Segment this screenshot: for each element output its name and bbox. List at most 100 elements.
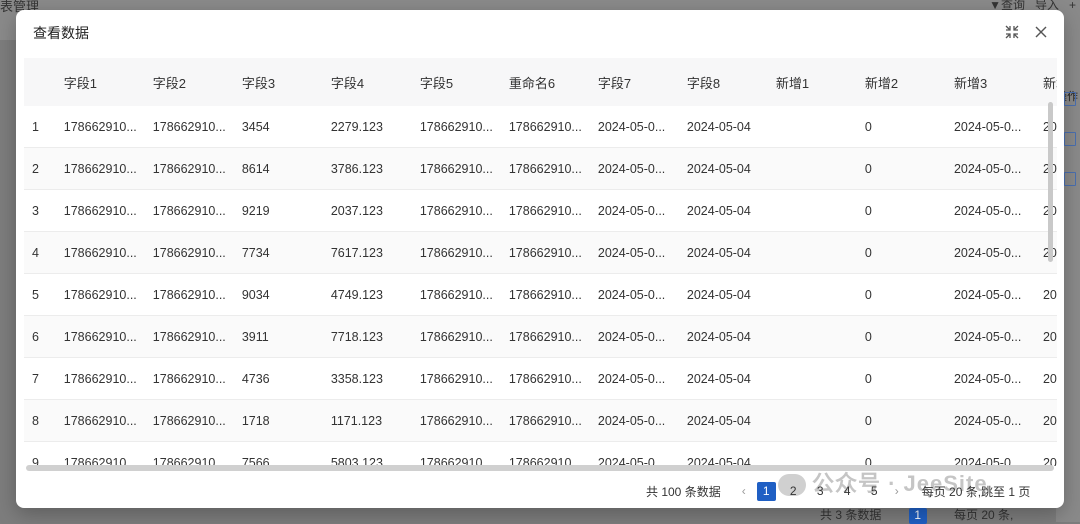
column-header[interactable]: 字段7 [589, 58, 679, 106]
table-cell: 2024-05-04 [1034, 106, 1057, 148]
table-cell: 178662910... [144, 147, 234, 190]
table-cell: 2024-05-0... [945, 231, 1035, 274]
table-row[interactable]: 3 178662910... 178662910... 9219 2037.123 178… [24, 189, 1057, 232]
page-button[interactable]: 4 [838, 482, 857, 501]
table-cell: 178662910... [500, 189, 590, 232]
table-row[interactable]: 7 178662910... 178662910... 4736 3358.123 178… [24, 357, 1057, 400]
vertical-scrollbar[interactable] [1048, 102, 1053, 262]
table-cell: 2279.123 [322, 106, 412, 148]
table-cell: 3786.123 [322, 147, 412, 190]
table-cell: 2024-05-04 [1034, 231, 1057, 274]
table-cell: 7718.123 [322, 315, 412, 358]
table-cell: 178662910... [144, 315, 234, 358]
table-cell [767, 315, 857, 358]
table-cell: 178662910... [55, 441, 145, 466]
table-row[interactable]: 9 178662910... 178662910... 7566 5803.123 178… [24, 441, 1057, 466]
table-cell: 2024-05-04 [678, 357, 768, 400]
table-cell: 178662910... [144, 399, 234, 442]
table-cell [767, 441, 857, 466]
table-cell: 2024-05-0... [945, 357, 1035, 400]
column-header[interactable]: 字段5 [411, 58, 501, 106]
table-cell [767, 106, 857, 148]
background-total: 共 3 条数据 [820, 508, 882, 522]
table-cell: 2024-05-04 [1034, 147, 1057, 190]
column-header[interactable]: 字段3 [233, 58, 323, 106]
table-cell: 178662910... [144, 106, 234, 148]
close-icon[interactable] [1033, 24, 1049, 40]
table-row[interactable]: 2 178662910... 178662910... 8614 3786.123 178… [24, 147, 1057, 190]
table-cell: 0 [856, 273, 946, 316]
table-cell: 7734 [233, 231, 323, 274]
table-cell: 2037.123 [322, 189, 412, 232]
table-cell: 0 [856, 357, 946, 400]
table-row[interactable]: 5 178662910... 178662910... 9034 4749.123 178… [24, 273, 1057, 316]
column-header[interactable]: 新增3 [945, 58, 1035, 106]
table-cell: 178662910... [55, 147, 145, 190]
table-cell: 178662910... [500, 231, 590, 274]
table-cell [767, 189, 857, 232]
next-page-button[interactable]: › [888, 484, 906, 498]
table-cell: 178662910... [411, 357, 501, 400]
fullscreen-icon[interactable] [1004, 24, 1020, 40]
table-row[interactable]: 1 178662910... 178662910... 3454 2279.123 178… [24, 106, 1057, 148]
table-row[interactable]: 4 178662910... 178662910... 7734 7617.123 178… [24, 231, 1057, 274]
table-cell: 2024-05-04 [1034, 399, 1057, 442]
column-header[interactable]: 字段1 [55, 58, 145, 106]
column-header[interactable]: 新增4 [1034, 58, 1057, 106]
table-cell: 2024-05-0... [589, 189, 679, 232]
table-cell: 178662910... [411, 231, 501, 274]
table-cell: 178662910... [411, 147, 501, 190]
table-cell: 178662910... [500, 106, 590, 148]
table-cell: 178662910... [144, 189, 234, 232]
table-cell: 2024-05-0... [945, 147, 1035, 190]
table-cell: 3358.123 [322, 357, 412, 400]
pagination-total: 共 100 条数据 [646, 484, 721, 499]
page-size-jump[interactable]: 每页 20 条,跳至 1 页 [922, 483, 1031, 500]
table-cell: 9034 [233, 273, 323, 316]
table-row[interactable]: 6 178662910... 178662910... 3911 7718.123 178… [24, 315, 1057, 358]
table-cell: 2024-05-0... [945, 399, 1035, 442]
modal-title: 查看数据 [33, 25, 89, 41]
table-header-row: 字段1字段2字段3字段4字段5重命名6字段7字段8新增1新增2新增3新增4 [24, 58, 1057, 106]
column-header[interactable]: 重命名6 [500, 58, 590, 106]
table-cell: 2024-05-04 [678, 441, 768, 466]
row-index: 3 [24, 189, 56, 232]
table-cell: 2024-05-04 [1034, 189, 1057, 232]
table-cell: 5803.123 [322, 441, 412, 466]
prev-page-button[interactable]: ‹ [735, 484, 753, 498]
page-button[interactable]: 2 [784, 482, 803, 501]
page-button[interactable]: 3 [811, 482, 830, 501]
table-cell: 2024-05-0... [945, 273, 1035, 316]
table-cell: 2024-05-0... [589, 357, 679, 400]
table-cell: 178662910... [55, 315, 145, 358]
table-cell: 178662910... [500, 357, 590, 400]
table-cell: 1171.123 [322, 399, 412, 442]
table-cell: 178662910... [500, 273, 590, 316]
column-header[interactable]: 新增2 [856, 58, 946, 106]
page-button[interactable]: 1 [756, 481, 776, 501]
column-header[interactable]: 字段2 [144, 58, 234, 106]
column-header[interactable]: 字段8 [678, 58, 768, 106]
table-cell: 2024-05-0... [589, 147, 679, 190]
table-cell: 0 [856, 147, 946, 190]
table-cell: 178662910... [55, 357, 145, 400]
table-cell: 0 [856, 399, 946, 442]
table-cell: 2024-05-04 [1034, 273, 1057, 316]
view-data-modal: 查看数据 字段1 字段2 字段3 字段4 字段5 重命名6 字段7 字段8 新增1 新增2 新增3 新… [16, 10, 1064, 508]
row-index: 6 [24, 315, 56, 358]
column-header[interactable]: 新增1 [767, 58, 857, 106]
data-table-container: 字段1字段2字段3字段4字段5重命名6字段7字段8新增1新增2新增3新增4 11… [24, 58, 1057, 466]
table-cell: 7566 [233, 441, 323, 466]
table-row[interactable]: 8 178662910... 178662910... 1718 1171.123 178… [24, 399, 1057, 442]
page-button[interactable]: 5 [865, 482, 884, 501]
background-footer: 共 3 条数据 1 每页 20 条, [820, 506, 1013, 524]
table-cell: 178662910... [411, 399, 501, 442]
table-cell: 2024-05-04 [678, 399, 768, 442]
row-index: 4 [24, 231, 56, 274]
row-index: 7 [24, 357, 56, 400]
column-header[interactable]: 字段4 [322, 58, 412, 106]
table-cell: 178662910... [144, 357, 234, 400]
row-index: 9 [24, 441, 56, 466]
table-cell: 2024-05-04 [678, 189, 768, 232]
table-cell [767, 357, 857, 400]
